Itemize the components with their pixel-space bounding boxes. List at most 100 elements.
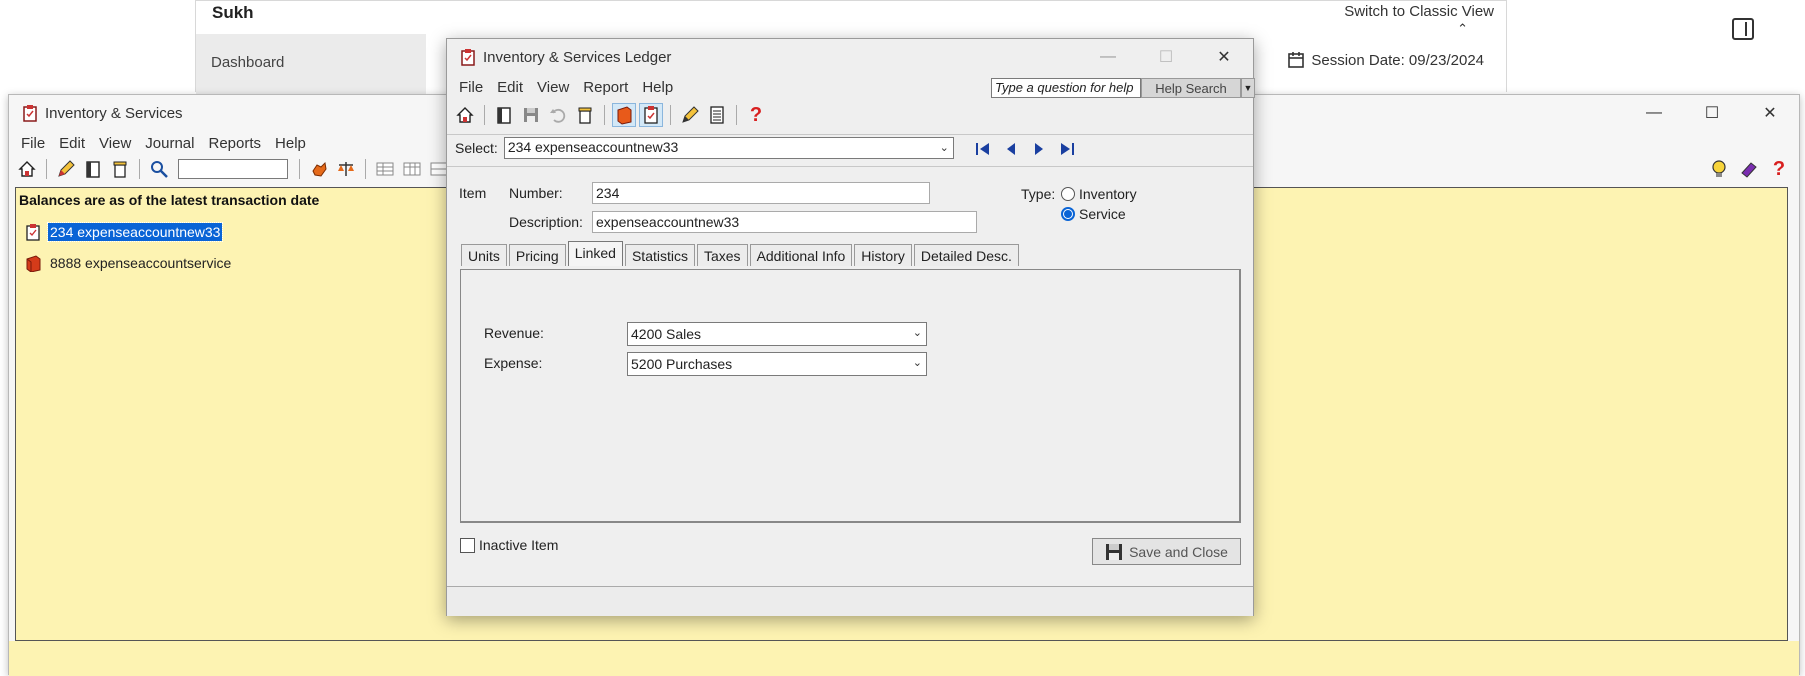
undo-icon[interactable] bbox=[546, 103, 570, 127]
item-select-dropdown[interactable]: 234 expenseaccountnew33 ⌄ bbox=[503, 137, 954, 159]
collapse-panel-icon[interactable] bbox=[1732, 18, 1754, 40]
menu-file[interactable]: File bbox=[459, 79, 483, 96]
revenue-label: Revenue: bbox=[484, 325, 544, 341]
home-icon[interactable] bbox=[453, 103, 477, 127]
hand-icon[interactable] bbox=[307, 157, 331, 181]
menu-view[interactable]: View bbox=[99, 135, 131, 152]
toolbar-separator bbox=[670, 105, 671, 125]
menu-help[interactable]: Help bbox=[642, 79, 673, 96]
book-icon[interactable] bbox=[492, 103, 516, 127]
tab-history[interactable]: History bbox=[854, 244, 912, 266]
help-icon[interactable]: ? bbox=[1767, 157, 1791, 181]
list-item[interactable]: 8888 expenseaccountservice bbox=[24, 254, 233, 272]
divider bbox=[447, 166, 1253, 167]
inactive-label: Inactive Item bbox=[479, 537, 559, 553]
type-inventory-radio[interactable]: Inventory bbox=[1061, 186, 1137, 202]
pencil-icon[interactable] bbox=[678, 103, 702, 127]
bin-icon[interactable] bbox=[573, 103, 597, 127]
expense-account-dropdown[interactable]: 5200 Purchases ⌄ bbox=[627, 352, 927, 376]
menu-view[interactable]: View bbox=[537, 79, 569, 96]
chevron-down-icon: ⌄ bbox=[912, 357, 922, 369]
help-dropdown-arrow[interactable]: ▼ bbox=[1241, 78, 1255, 98]
minimize-button[interactable]: — bbox=[1625, 95, 1683, 131]
home-icon[interactable] bbox=[15, 157, 39, 181]
tab-pricing[interactable]: Pricing bbox=[508, 244, 566, 266]
calculator-icon[interactable] bbox=[705, 103, 729, 127]
close-button[interactable]: ✕ bbox=[1195, 39, 1253, 75]
last-icon[interactable] bbox=[1058, 141, 1076, 157]
save-icon bbox=[1106, 543, 1123, 560]
help-icon[interactable]: ? bbox=[744, 103, 768, 127]
save-and-close-label: Save and Close bbox=[1129, 543, 1228, 560]
save-and-close-button[interactable]: Save and Close bbox=[1092, 538, 1241, 565]
bin-icon[interactable] bbox=[108, 157, 132, 181]
help-search-button[interactable]: Help Search bbox=[1141, 78, 1241, 98]
menu-file[interactable]: File bbox=[21, 135, 45, 152]
grid-icon[interactable] bbox=[373, 157, 397, 181]
tab-detailed-desc[interactable]: Detailed Desc. bbox=[913, 244, 1019, 266]
description-label: Description: bbox=[509, 214, 583, 230]
toolbar-separator bbox=[299, 159, 300, 179]
select-label: Select: bbox=[455, 140, 498, 156]
inventory-footer bbox=[9, 641, 1799, 676]
toolbar-separator bbox=[365, 159, 366, 179]
type-service-radio[interactable]: Service bbox=[1061, 206, 1126, 222]
clipboard-icon bbox=[26, 224, 40, 241]
linked-tab-panel: Revenue: 4200 Sales ⌄ Expense: 5200 Purc… bbox=[460, 269, 1241, 523]
radio-label: Service bbox=[1079, 206, 1126, 222]
maximize-button[interactable]: ☐ bbox=[1683, 95, 1741, 131]
prev-icon[interactable] bbox=[1002, 141, 1020, 157]
revenue-account-dropdown[interactable]: 4200 Sales ⌄ bbox=[627, 322, 927, 346]
grid-icon[interactable] bbox=[400, 157, 424, 181]
list-item[interactable]: 234 expenseaccountnew33 bbox=[24, 222, 224, 242]
minimize-button[interactable]: — bbox=[1079, 39, 1137, 75]
book-icon[interactable] bbox=[81, 157, 105, 181]
checkbox[interactable] bbox=[460, 537, 475, 553]
tab-units[interactable]: Units bbox=[461, 244, 507, 266]
ledger-titlebar[interactable]: Inventory & Services Ledger — ☐ ✕ bbox=[447, 39, 1253, 75]
menu-edit[interactable]: Edit bbox=[59, 135, 85, 152]
lightbulb-icon[interactable] bbox=[1707, 157, 1731, 181]
edit-icon[interactable] bbox=[54, 157, 78, 181]
number-label: Number: bbox=[509, 185, 563, 201]
inactive-item-checkbox[interactable]: Inactive Item bbox=[460, 537, 558, 553]
help-question-input[interactable]: Type a question for help bbox=[991, 78, 1141, 98]
session-date-text: Session Date: 09/23/2024 bbox=[1311, 51, 1484, 69]
number-field[interactable]: 234 bbox=[592, 182, 930, 204]
menu-help[interactable]: Help bbox=[275, 135, 306, 152]
record-navigation bbox=[974, 141, 1076, 157]
radio-button bbox=[1061, 207, 1075, 221]
expense-value: 5200 Purchases bbox=[631, 356, 733, 372]
menu-report[interactable]: Report bbox=[583, 79, 628, 96]
revenue-value: 4200 Sales bbox=[631, 326, 702, 342]
balance-icon[interactable] bbox=[334, 157, 358, 181]
save-icon[interactable] bbox=[519, 103, 543, 127]
tab-taxes[interactable]: Taxes bbox=[696, 244, 748, 266]
help-search-box: Type a question for help Help Search ▼ bbox=[991, 78, 1255, 98]
description-field[interactable]: expenseaccountnew33 bbox=[592, 211, 977, 233]
item-section-label: Item bbox=[459, 185, 487, 201]
tab-linked[interactable]: Linked bbox=[567, 241, 623, 266]
first-icon[interactable] bbox=[974, 141, 992, 157]
chevron-up-icon[interactable]: ⌃ bbox=[1457, 21, 1468, 37]
next-icon[interactable] bbox=[1030, 141, 1048, 157]
books-icon[interactable] bbox=[1737, 157, 1761, 181]
switch-classic-view-link[interactable]: Switch to Classic View bbox=[1344, 3, 1494, 20]
nav-dashboard[interactable]: Dashboard bbox=[211, 54, 284, 71]
menu-reports[interactable]: Reports bbox=[208, 135, 261, 152]
ledger-toolbar: ? bbox=[447, 101, 1253, 129]
toolbar-separator bbox=[46, 159, 47, 179]
toolbar-separator bbox=[736, 105, 737, 125]
red-book-icon[interactable] bbox=[612, 103, 636, 127]
close-button[interactable]: ✕ bbox=[1741, 95, 1799, 131]
clipboard-icon[interactable] bbox=[639, 103, 663, 127]
menu-edit[interactable]: Edit bbox=[497, 79, 523, 96]
search-icon[interactable] bbox=[147, 157, 171, 181]
inventory-search-input[interactable] bbox=[178, 159, 288, 179]
tab-additional-info[interactable]: Additional Info bbox=[749, 244, 853, 266]
maximize-button[interactable]: ☐ bbox=[1137, 39, 1195, 75]
menu-journal[interactable]: Journal bbox=[145, 135, 194, 152]
tab-statistics[interactable]: Statistics bbox=[624, 244, 695, 266]
inventory-ledger-dialog: Inventory & Services Ledger — ☐ ✕ File E… bbox=[446, 38, 1255, 616]
expense-label: Expense: bbox=[484, 355, 543, 371]
